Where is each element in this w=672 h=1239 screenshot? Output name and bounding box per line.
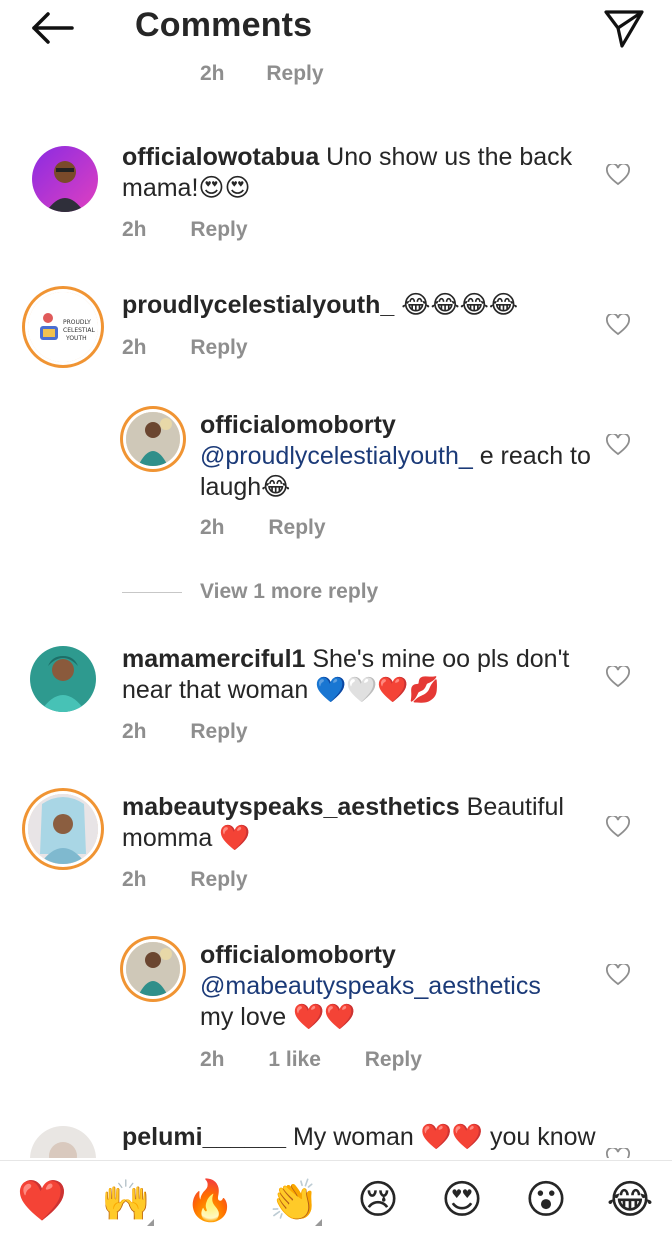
avatar[interactable] — [28, 794, 98, 864]
clap-emoji-button[interactable]: 👏 — [264, 1170, 324, 1230]
heart-emoji-icon: ❤️ — [17, 1178, 67, 1223]
reply-link[interactable]: Reply — [190, 218, 247, 241]
view-more-replies-button[interactable]: View 1 more reply — [122, 580, 378, 604]
like-heart-icon[interactable] — [606, 962, 632, 988]
comment-body: my love ❤️❤️ — [200, 1003, 356, 1031]
comment-username[interactable]: mabeautyspeaks_aesthetics — [122, 793, 460, 821]
comment-text: mabeautyspeaks_aesthetics Beautiful momm… — [122, 792, 602, 854]
like-heart-icon[interactable] — [606, 664, 632, 690]
reply-link[interactable]: Reply — [190, 336, 247, 359]
send-icon[interactable] — [602, 6, 646, 50]
comment-list[interactable]: 2h Reply officialowotabua Uno show us th… — [0, 58, 672, 1158]
comment-time: 2h — [122, 336, 147, 359]
avatar[interactable] — [30, 1126, 96, 1158]
comment-username[interactable]: proudlycelestialyouth_ — [122, 291, 394, 319]
raised-hands-emoji-icon: 🙌 — [101, 1178, 151, 1223]
avatar[interactable] — [126, 412, 180, 466]
emoji-reaction-bar: ❤️ 🙌 🔥 👏 😢 😍 😮 😂 — [0, 1160, 672, 1239]
crying-emoji-button[interactable]: 😢 — [348, 1170, 408, 1230]
comment-body: 😂😂😂😂 — [394, 291, 519, 319]
comment-username[interactable]: officialomoborty — [200, 411, 396, 439]
heart-eyes-emoji-icon: 😍 — [441, 1178, 483, 1222]
view-more-label: View 1 more reply — [200, 580, 379, 603]
logo-text: YOUTH — [65, 335, 87, 342]
comment-meta: 2h Reply — [122, 720, 286, 744]
crying-emoji-icon: 😢 — [357, 1178, 399, 1222]
reply-link[interactable]: Reply — [190, 720, 247, 743]
comment-text: officialomoborty @proudlycelestialyouth_… — [200, 410, 600, 503]
reply-link[interactable]: Reply — [190, 868, 247, 891]
heart-eyes-emoji-button[interactable]: 😍 — [432, 1170, 492, 1230]
like-heart-icon[interactable] — [606, 814, 632, 840]
comment-meta: 2h Reply — [200, 62, 360, 86]
comment-body: My woman ❤️❤️ you know — [286, 1123, 596, 1151]
comment-meta: 2h Reply — [122, 868, 286, 892]
fire-emoji-icon: 🔥 — [185, 1178, 235, 1223]
page-title: Comments — [135, 6, 313, 44]
comment-text: proudlycelestialyouth_ 😂😂😂😂 — [122, 290, 602, 321]
variant-indicator-icon — [315, 1219, 322, 1226]
clap-emoji-icon: 👏 — [269, 1178, 319, 1223]
comment-time: 2h — [200, 62, 225, 85]
back-arrow-icon[interactable] — [26, 8, 80, 48]
logo-text: PROUDLY — [63, 319, 91, 326]
mention-link[interactable]: @mabeautyspeaks_aesthetics — [200, 972, 541, 1000]
like-heart-icon[interactable] — [606, 162, 632, 188]
comment-username[interactable]: officialomoborty — [200, 941, 396, 969]
logo-text: CELESTIAL — [63, 327, 95, 334]
like-heart-icon[interactable] — [606, 1146, 632, 1158]
top-bar: Comments — [0, 0, 672, 58]
surprised-emoji-icon: 😮 — [525, 1178, 567, 1222]
like-count[interactable]: 1 like — [268, 1048, 321, 1071]
comment-text: pelumi______ My woman ❤️❤️ you know — [122, 1122, 602, 1153]
divider — [122, 591, 182, 593]
comment-username[interactable]: mamamerciful1 — [122, 645, 305, 673]
mention-link[interactable]: @proudlycelestialyouth_ — [200, 442, 473, 470]
comment-meta: 2h 1 like Reply — [200, 1048, 460, 1072]
comment-time: 2h — [200, 516, 225, 539]
comment-meta: 2h Reply — [200, 516, 364, 540]
comment-text: mamamerciful1 She's mine oo pls don't ne… — [122, 644, 602, 706]
avatar[interactable] — [32, 146, 98, 212]
reply-link[interactable]: Reply — [365, 1048, 422, 1071]
avatar[interactable] — [126, 942, 180, 996]
reply-link[interactable]: Reply — [268, 516, 325, 539]
comment-text: officialomoborty @mabeautyspeaks_aesthet… — [200, 940, 600, 1033]
comment-text: officialowotabua Uno show us the back ma… — [122, 142, 602, 204]
comment-time: 2h — [200, 1048, 225, 1071]
fire-emoji-button[interactable]: 🔥 — [180, 1170, 240, 1230]
avatar[interactable] — [30, 646, 96, 712]
laughing-emoji-button[interactable]: 😂 — [600, 1170, 660, 1230]
raised-hands-emoji-button[interactable]: 🙌 — [96, 1170, 156, 1230]
surprised-emoji-button[interactable]: 😮 — [516, 1170, 576, 1230]
heart-emoji-button[interactable]: ❤️ — [12, 1170, 72, 1230]
avatar[interactable]: PROUDLY CELESTIAL YOUTH — [28, 292, 98, 362]
comment-username[interactable]: officialowotabua — [122, 143, 319, 171]
comment-username[interactable]: pelumi______ — [122, 1123, 286, 1151]
comment-time: 2h — [122, 218, 147, 241]
comment-meta: 2h Reply — [122, 336, 286, 360]
like-heart-icon[interactable] — [606, 312, 632, 338]
comment-meta: 2h Reply — [122, 218, 286, 242]
laughing-emoji-icon: 😂 — [606, 1178, 654, 1222]
variant-indicator-icon — [147, 1219, 154, 1226]
comment-time: 2h — [122, 868, 147, 891]
like-heart-icon[interactable] — [606, 432, 632, 458]
comment-time: 2h — [122, 720, 147, 743]
reply-link[interactable]: Reply — [266, 62, 323, 85]
